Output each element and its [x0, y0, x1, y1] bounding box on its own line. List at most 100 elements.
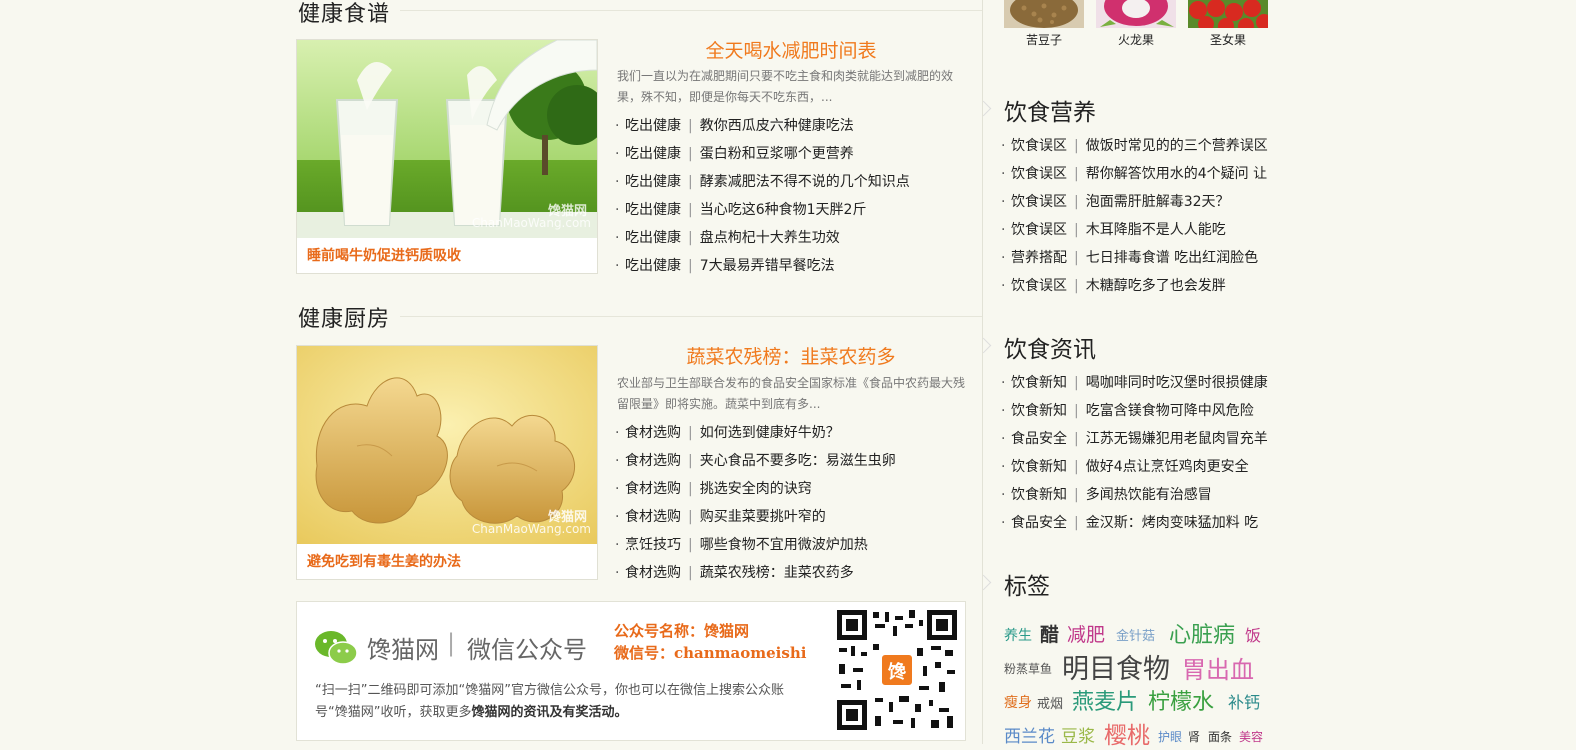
list-item-category[interactable]: 吃出健康 — [625, 258, 681, 274]
list-item-category[interactable]: 饮食误区 — [1011, 278, 1067, 294]
list-item-category[interactable]: 饮食新知 — [1011, 487, 1067, 503]
tag-link[interactable]: 胃出血 — [1182, 650, 1254, 685]
tag-link[interactable]: 醋 — [1040, 620, 1059, 647]
recipes-photo-caption[interactable]: 睡前喝牛奶促进钙质吸收 — [307, 245, 461, 265]
list-item-title[interactable]: 做好4点让烹饪鸡肉更安全 — [1086, 459, 1249, 475]
list-item-title[interactable]: 金汉斯：烤肉变味猛加料 吃 — [1086, 515, 1258, 531]
list-item-category[interactable]: 食材选购 — [625, 425, 681, 441]
list-item[interactable]: · 食材选购 | 购买韭菜要挑叶窄的 — [615, 503, 896, 531]
tag-link[interactable]: 美容 — [1239, 728, 1263, 745]
kitchen-photo-caption[interactable]: 避免吃到有毒生姜的办法 — [307, 551, 461, 571]
list-item[interactable]: · 吃出健康 | 盘点枸杞十大养生功效 — [615, 224, 910, 252]
milk-photo[interactable]: 馋猫网 ChanMaoWang.com — [297, 40, 597, 238]
list-item[interactable]: · 饮食误区 | 木糖醇吃多了也会发胖 — [1001, 272, 1271, 300]
tag-link[interactable]: 饭 — [1245, 622, 1261, 646]
fruit-label[interactable]: 圣女果 — [1188, 31, 1268, 48]
list-item[interactable]: · 吃出健康 | 教你西瓜皮六种健康吃法 — [615, 112, 910, 140]
list-item-category[interactable]: 吃出健康 — [625, 202, 681, 218]
tag-link[interactable]: 西兰花 — [1004, 722, 1055, 747]
list-item-category[interactable]: 营养搭配 — [1011, 250, 1067, 266]
list-item-title[interactable]: 七日排毒食谱 吃出红润脸色 — [1086, 250, 1258, 266]
list-item[interactable]: · 饮食误区 | 做饭时常见的的三个营养误区 — [1001, 132, 1271, 160]
tag-link[interactable]: 养生 — [1004, 625, 1032, 645]
list-item-category[interactable]: 食品安全 — [1011, 515, 1067, 531]
list-item-category[interactable]: 吃出健康 — [625, 146, 681, 162]
list-item[interactable]: · 营养搭配 | 七日排毒食谱 吃出红润脸色 — [1001, 244, 1271, 272]
list-item[interactable]: · 食材选购 | 挑选安全肉的诀窍 — [615, 475, 896, 503]
list-item-title[interactable]: 喝咖啡同时吃汉堡时很损健康 — [1086, 375, 1268, 391]
list-item[interactable]: · 饮食新知 | 吃富含镁食物可降中风危险 — [1001, 397, 1271, 425]
list-item[interactable]: · 饮食新知 | 喝咖啡同时吃汉堡时很损健康 — [1001, 369, 1271, 397]
list-item-title[interactable]: 帮你解答饮用水的4个疑问 让 — [1086, 166, 1267, 182]
fruit-label[interactable]: 火龙果 — [1096, 31, 1176, 48]
list-item-category[interactable]: 饮食误区 — [1011, 222, 1067, 238]
list-item-title[interactable]: 木耳降脂不是人人能吃 — [1086, 222, 1226, 238]
list-item[interactable]: · 食材选购 | 如何选到健康好牛奶？ — [615, 419, 896, 447]
list-item-title[interactable]: 当心吃这6种食物1天胖2斤 — [700, 202, 867, 218]
tag-link[interactable]: 心脏病 — [1169, 617, 1235, 649]
list-item[interactable]: · 饮食误区 | 泡面需肝脏解毒32天？ — [1001, 188, 1271, 216]
list-item[interactable]: · 饮食新知 | 多闻热饮能有治感冒 — [1001, 481, 1271, 509]
list-item[interactable]: · 食材选购 | 蔬菜农残榜：韭菜农药多 — [615, 559, 896, 587]
list-item-category[interactable]: 食材选购 — [625, 509, 681, 525]
list-item-title[interactable]: 做饭时常见的的三个营养误区 — [1086, 138, 1268, 154]
tag-link[interactable]: 减肥 — [1067, 620, 1105, 647]
tag-link[interactable]: 面条 — [1208, 728, 1232, 745]
list-item-category[interactable]: 吃出健康 — [625, 118, 681, 134]
tag-link[interactable]: 瘦身 — [1004, 692, 1032, 712]
list-item-category[interactable]: 吃出健康 — [625, 230, 681, 246]
recipes-feature-title[interactable]: 全天喝水减肥时间表 — [616, 36, 966, 63]
list-item-category[interactable]: 烹饪技巧 — [625, 537, 681, 553]
list-item-title[interactable]: 挑选安全肉的诀窍 — [700, 481, 812, 497]
list-item-category[interactable]: 饮食新知 — [1011, 403, 1067, 419]
fruit-thumb[interactable] — [1188, 0, 1268, 28]
list-item-category[interactable]: 食材选购 — [625, 481, 681, 497]
list-item-title[interactable]: 吃富含镁食物可降中风危险 — [1086, 403, 1254, 419]
list-item-title[interactable]: 木糖醇吃多了也会发胖 — [1086, 278, 1226, 294]
list-item[interactable]: · 饮食误区 | 木耳降脂不是人人能吃 — [1001, 216, 1271, 244]
tag-link[interactable]: 护眼 — [1158, 728, 1182, 745]
list-item[interactable]: · 吃出健康 | 酵素减肥法不得不说的几个知识点 — [615, 168, 910, 196]
tag-link[interactable]: 肾 — [1188, 728, 1200, 745]
list-item[interactable]: · 吃出健康 | 蛋白粉和豆浆哪个更营养 — [615, 140, 910, 168]
list-item[interactable]: · 烹饪技巧 | 哪些食物不宜用微波炉加热 — [615, 531, 896, 559]
tag-link[interactable]: 明目食物 — [1062, 647, 1170, 686]
list-item-category[interactable]: 饮食误区 — [1011, 194, 1067, 210]
tag-link[interactable]: 柠檬水 — [1148, 684, 1214, 716]
fruit-thumb[interactable] — [1096, 0, 1176, 28]
list-item-title[interactable]: 蔬菜农残榜：韭菜农药多 — [700, 565, 854, 581]
list-item-title[interactable]: 盘点枸杞十大养生功效 — [700, 230, 840, 246]
tag-link[interactable]: 金针菇 — [1116, 625, 1155, 644]
list-item-category[interactable]: 食材选购 — [625, 565, 681, 581]
list-item-category[interactable]: 饮食新知 — [1011, 459, 1067, 475]
tag-link[interactable]: 戒烟 — [1037, 693, 1063, 712]
tag-link[interactable]: 燕麦片 — [1072, 684, 1138, 716]
list-item-title[interactable]: 酵素减肥法不得不说的几个知识点 — [700, 174, 910, 190]
list-item[interactable]: · 食材选购 | 夹心食品不要多吃：易滋生虫卵 — [615, 447, 896, 475]
list-item-category[interactable]: 食品安全 — [1011, 431, 1067, 447]
list-item-category[interactable]: 饮食误区 — [1011, 166, 1067, 182]
recipes-photo-card[interactable]: 馋猫网 ChanMaoWang.com 睡前喝牛奶促进钙质吸收 — [296, 39, 598, 274]
list-item[interactable]: · 饮食误区 | 帮你解答饮用水的4个疑问 让 — [1001, 160, 1271, 188]
list-item-title[interactable]: 泡面需肝脏解毒32天？ — [1086, 194, 1230, 210]
list-item-title[interactable]: 如何选到健康好牛奶？ — [700, 425, 840, 441]
list-item[interactable]: · 饮食新知 | 做好4点让烹饪鸡肉更安全 — [1001, 453, 1271, 481]
list-item-title[interactable]: 7大最易弄错早餐吃法 — [700, 258, 835, 274]
tag-link[interactable]: 豆浆 — [1061, 722, 1095, 747]
list-item[interactable]: · 吃出健康 | 7大最易弄错早餐吃法 — [615, 252, 910, 280]
list-item-category[interactable]: 食材选购 — [625, 453, 681, 469]
list-item-title[interactable]: 购买韭菜要挑叶窄的 — [700, 509, 826, 525]
list-item[interactable]: · 食品安全 | 江苏无锡嫌犯用老鼠肉冒充羊 — [1001, 425, 1271, 453]
list-item-title[interactable]: 夹心食品不要多吃：易滋生虫卵 — [700, 453, 896, 469]
list-item-title[interactable]: 教你西瓜皮六种健康吃法 — [700, 118, 854, 134]
tag-link[interactable]: 粉蒸草鱼 — [1004, 660, 1052, 677]
wechat-qr-code[interactable]: 馋 — [835, 608, 959, 732]
tag-link[interactable]: 樱桃 — [1104, 716, 1150, 750]
kitchen-feature-title[interactable]: 蔬菜农残榜：韭菜农药多 — [616, 342, 966, 369]
list-item-title[interactable]: 多闻热饮能有治感冒 — [1086, 487, 1212, 503]
tag-link[interactable]: 补钙 — [1228, 689, 1260, 713]
list-item-category[interactable]: 饮食误区 — [1011, 138, 1067, 154]
list-item-title[interactable]: 蛋白粉和豆浆哪个更营养 — [700, 146, 854, 162]
list-item-category[interactable]: 吃出健康 — [625, 174, 681, 190]
list-item[interactable]: · 食品安全 | 金汉斯：烤肉变味猛加料 吃 — [1001, 509, 1271, 537]
